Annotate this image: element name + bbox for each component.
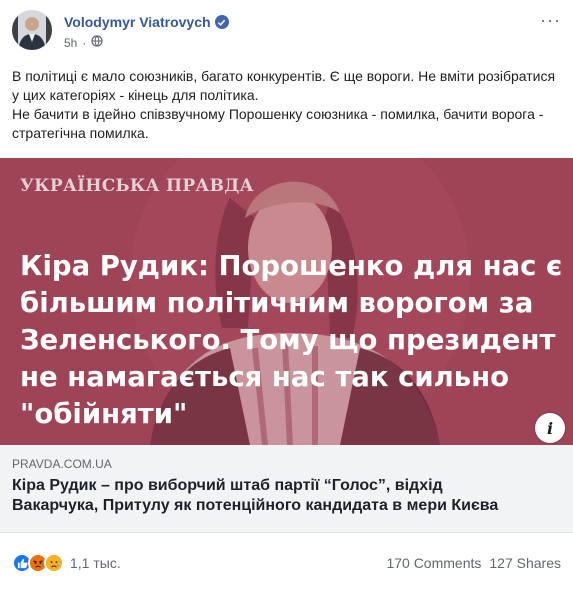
link-preview-image[interactable]: УКРАЇНСЬКА ПРАВДА Кіра Рудик: Порошенко … xyxy=(0,158,573,445)
link-title[interactable]: Кіра Рудик – про виборчий штаб партії “Г… xyxy=(12,476,552,516)
link-title-line-1: Кіра Рудик – про виборчий штаб партії “Г… xyxy=(12,477,443,494)
hero-headline-line-1: Кіра Рудик: Порошенко для нас є xyxy=(20,250,563,282)
post-footer: 1,1 тыс. 170 Comments 127 Shares xyxy=(12,553,561,577)
reactions-summary[interactable]: 1,1 тыс. xyxy=(12,553,121,573)
shares-count[interactable]: 127 Shares xyxy=(489,555,561,571)
more-menu-icon[interactable]: ··· xyxy=(540,10,561,31)
info-icon[interactable]: i xyxy=(535,413,565,443)
post-stats: 170 Comments 127 Shares xyxy=(386,555,561,571)
sad-reaction-icon xyxy=(44,553,64,573)
facebook-post: Volodymyr Viatrovych 5h · ··· В політиці… xyxy=(0,0,573,600)
post-text-line-1: В політиці є мало союзників, багато конк… xyxy=(12,68,556,103)
comments-count[interactable]: 170 Comments xyxy=(386,555,481,571)
post-meta: 5h · xyxy=(64,35,103,50)
hero-headline-line-3: Зеленського. Тому що президент xyxy=(20,324,556,356)
meta-separator: · xyxy=(82,35,87,50)
author-avatar[interactable] xyxy=(12,10,52,50)
author-name[interactable]: Volodymyr Viatrovych xyxy=(64,14,229,30)
hero-headline-line-4: не намагається нас так сильно xyxy=(20,361,510,393)
post-text-line-2: Не бачити в ідейно співзвучному Порошенк… xyxy=(12,106,544,141)
hero-headline: Кіра Рудик: Порошенко для нас є більшим … xyxy=(20,248,563,433)
post-text: В політиці є мало союзників, багато конк… xyxy=(12,67,562,143)
post-header: Volodymyr Viatrovych 5h · ··· xyxy=(12,10,561,54)
link-domain: PRAVDA.COM.UA xyxy=(12,457,112,471)
reactions-count[interactable]: 1,1 тыс. xyxy=(70,555,121,571)
link-title-line-2: Вакарчука, Притулу як потенційного канди… xyxy=(12,497,499,514)
hero-headline-line-5: "обійняти" xyxy=(20,398,188,430)
hero-headline-line-2: більшим політичним ворогом за xyxy=(20,287,534,319)
post-time[interactable]: 5h xyxy=(64,36,77,50)
author-name-text[interactable]: Volodymyr Viatrovych xyxy=(64,14,211,30)
globe-icon xyxy=(91,35,103,50)
hero-brand-logo: УКРАЇНСЬКА ПРАВДА xyxy=(20,176,254,196)
verified-badge-icon xyxy=(214,15,229,29)
link-preview[interactable]: PRAVDA.COM.UA Кіра Рудик – про виборчий … xyxy=(0,445,573,533)
